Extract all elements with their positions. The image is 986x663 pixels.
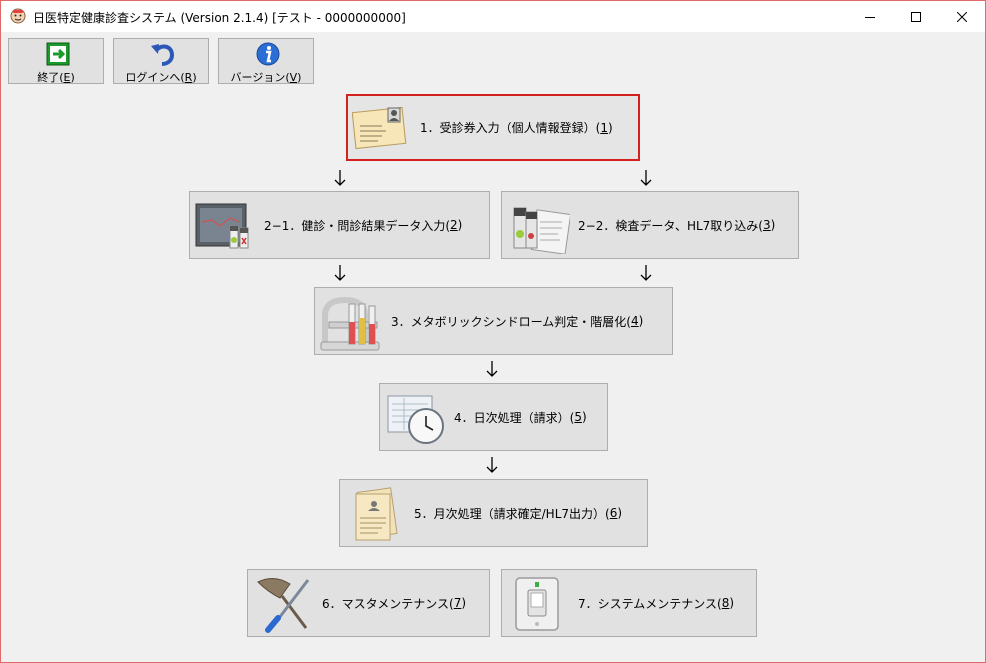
- exam-entry-button[interactable]: 2−1．健診・問診結果データ入力(2): [189, 191, 490, 259]
- maximize-icon: [911, 11, 921, 22]
- window-title: 日医特定健康診査システム (Version 2.1.4) [テスト - 0000…: [33, 11, 406, 25]
- monitor-vials-icon: [195, 203, 249, 249]
- lab-import-button[interactable]: 2−2．検査データ、HL7取り込み(3): [501, 191, 799, 259]
- master-maintenance-label: 6．マスタメンテナンス(7): [322, 596, 467, 611]
- login-label: ログインへ(R): [125, 71, 197, 84]
- flow-arrow-icon: [486, 361, 498, 377]
- documents-icon: [355, 487, 398, 541]
- daily-processing-label: 4．日次処理（請求）(5): [454, 410, 587, 425]
- title-bar: 日医特定健康診査システム (Version 2.1.4) [テスト - 0000…: [1, 1, 985, 32]
- reception-button[interactable]: 1．受診券入力（個人情報登録）(1): [346, 94, 640, 161]
- monthly-processing-button[interactable]: 5．月次処理（請求確定/HL7出力）(6): [339, 479, 648, 547]
- exit-door-icon: [46, 42, 70, 66]
- test-tube-rack-icon: [320, 296, 380, 351]
- version-button[interactable]: バージョン(V): [218, 38, 314, 84]
- flow-arrow-icon: [486, 457, 498, 473]
- info-icon: [256, 42, 280, 66]
- maximize-button[interactable]: [893, 1, 939, 32]
- minimize-icon: [865, 16, 875, 18]
- system-maintenance-label: 7．システムメンテナンス(8): [578, 596, 735, 611]
- monthly-processing-label: 5．月次処理（請求確定/HL7出力）(6): [414, 506, 623, 521]
- lab-import-label: 2−2．検査データ、HL7取り込み(3): [578, 218, 776, 233]
- id-card-icon: [352, 106, 407, 150]
- undo-arrow-icon: [151, 44, 175, 66]
- exit-label: 終了(E): [37, 71, 75, 84]
- ledger-clock-icon: [387, 395, 444, 444]
- app-window: 日医特定健康診査システム (Version 2.1.4) [テスト - 0000…: [0, 0, 986, 663]
- metabolic-label: 3．メタボリックシンドローム判定・階層化(4): [391, 314, 644, 329]
- daily-processing-button[interactable]: 4．日次処理（請求）(5): [379, 383, 608, 451]
- exam-entry-label: 2−1．健診・問診結果データ入力(2): [264, 218, 463, 233]
- vials-report-icon: [513, 207, 570, 254]
- flow-arrow-icon: [334, 265, 346, 281]
- system-maintenance-button[interactable]: 7．システムメンテナンス(8): [501, 569, 757, 637]
- flow-arrow-icon: [640, 265, 652, 281]
- close-button[interactable]: [939, 1, 985, 32]
- close-icon: [957, 11, 967, 22]
- reception-label: 1．受診券入力（個人情報登録）(1): [420, 120, 613, 136]
- version-label: バージョン(V): [230, 71, 302, 84]
- metabolic-button[interactable]: 3．メタボリックシンドローム判定・階層化(4): [314, 287, 673, 355]
- master-maintenance-button[interactable]: 6．マスタメンテナンス(7): [247, 569, 490, 637]
- flow-arrow-icon: [640, 170, 652, 186]
- exit-button[interactable]: 終了(E): [8, 38, 104, 84]
- login-button[interactable]: ログインへ(R): [113, 38, 209, 84]
- minimize-button[interactable]: [847, 1, 893, 32]
- duster-screwdriver-icon: [257, 578, 310, 633]
- doctor-face-icon: [10, 8, 26, 24]
- flow-arrow-icon: [334, 170, 346, 186]
- switch-plate-icon: [515, 577, 559, 631]
